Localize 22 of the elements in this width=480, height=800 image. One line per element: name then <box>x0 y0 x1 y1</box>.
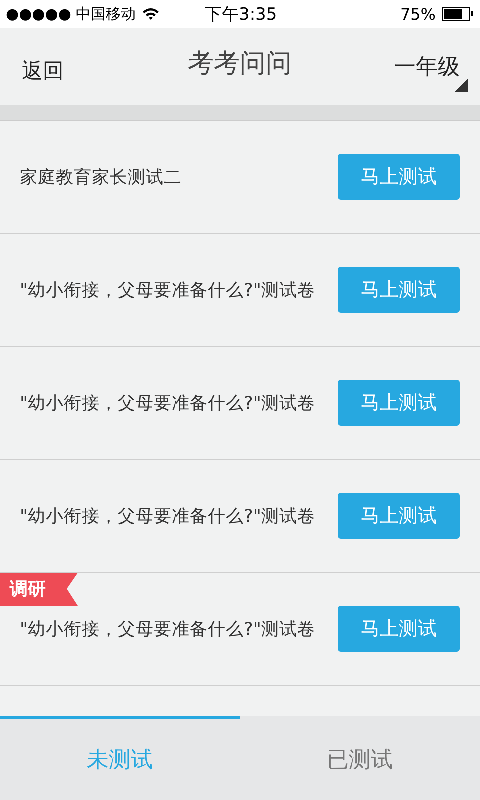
start-test-button[interactable]: 马上测试 <box>338 267 460 313</box>
test-title: 家庭教育家长测试二 <box>20 167 182 189</box>
start-test-button[interactable]: 马上测试 <box>338 154 460 200</box>
test-title: "幼小衔接，父母要准备什么?"测试卷 <box>20 393 316 415</box>
survey-tag: 调研 <box>0 573 78 606</box>
carrier-name: ●●●●● 中国移动 <box>6 4 136 24</box>
start-test-button[interactable]: 马上测试 <box>338 380 460 426</box>
battery-percent: 75% <box>400 4 436 24</box>
test-title: "幼小衔接，父母要准备什么?"测试卷 <box>20 280 316 302</box>
start-test-button[interactable]: 马上测试 <box>338 606 460 652</box>
tab[interactable]: 未测试 <box>0 716 240 800</box>
status-time: 下午3:35 <box>205 4 278 26</box>
back-button[interactable]: 返回 <box>22 56 64 84</box>
wifi-icon <box>142 7 160 21</box>
test-title: "幼小衔接，父母要准备什么?"测试卷 <box>20 506 316 528</box>
test-title: "幼小衔接，父母要准备什么?"测试卷 <box>20 619 316 641</box>
tab[interactable]: 已测试 <box>240 716 480 800</box>
battery-icon <box>442 7 474 21</box>
start-test-button[interactable]: 马上测试 <box>338 493 460 539</box>
page-title: 考考问问 <box>188 48 292 81</box>
grade-selector[interactable]: 一年级 <box>394 52 460 82</box>
dropdown-corner-icon <box>455 78 468 92</box>
